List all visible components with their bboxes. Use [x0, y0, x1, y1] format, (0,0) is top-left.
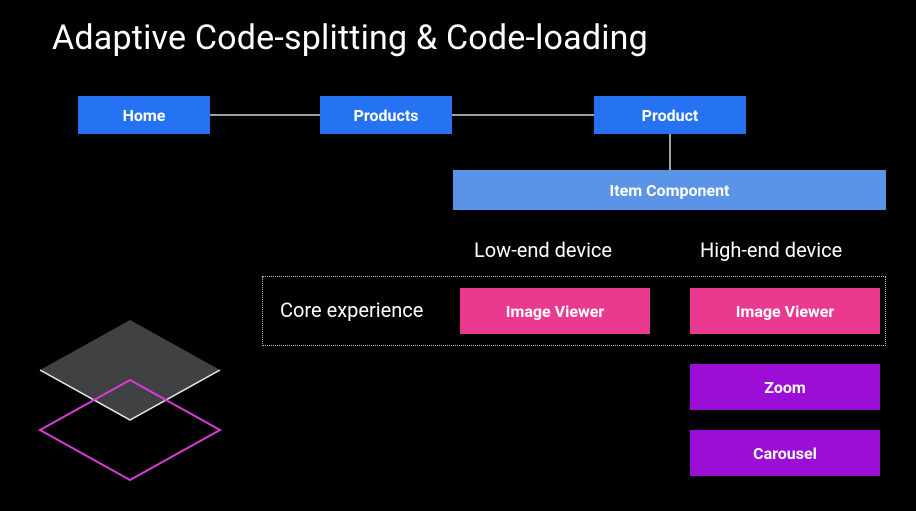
module-image-viewer-low: Image Viewer [460, 288, 650, 334]
connector-product-item [669, 134, 671, 170]
module-carousel: Carousel [690, 430, 880, 476]
node-product: Product [594, 96, 746, 134]
node-item-component: Item Component [453, 170, 886, 210]
node-home: Home [78, 96, 210, 134]
label-low-end: Low-end device [474, 238, 612, 262]
module-zoom: Zoom [690, 364, 880, 410]
layers-icon [20, 310, 240, 500]
label-high-end: High-end device [700, 238, 842, 262]
connector-products-product [452, 114, 594, 116]
label-core-experience: Core experience [280, 298, 423, 322]
node-products: Products [320, 96, 452, 134]
page-title: Adaptive Code-splitting & Code-loading [52, 18, 648, 58]
module-image-viewer-high: Image Viewer [690, 288, 880, 334]
connector-home-products [210, 114, 320, 116]
